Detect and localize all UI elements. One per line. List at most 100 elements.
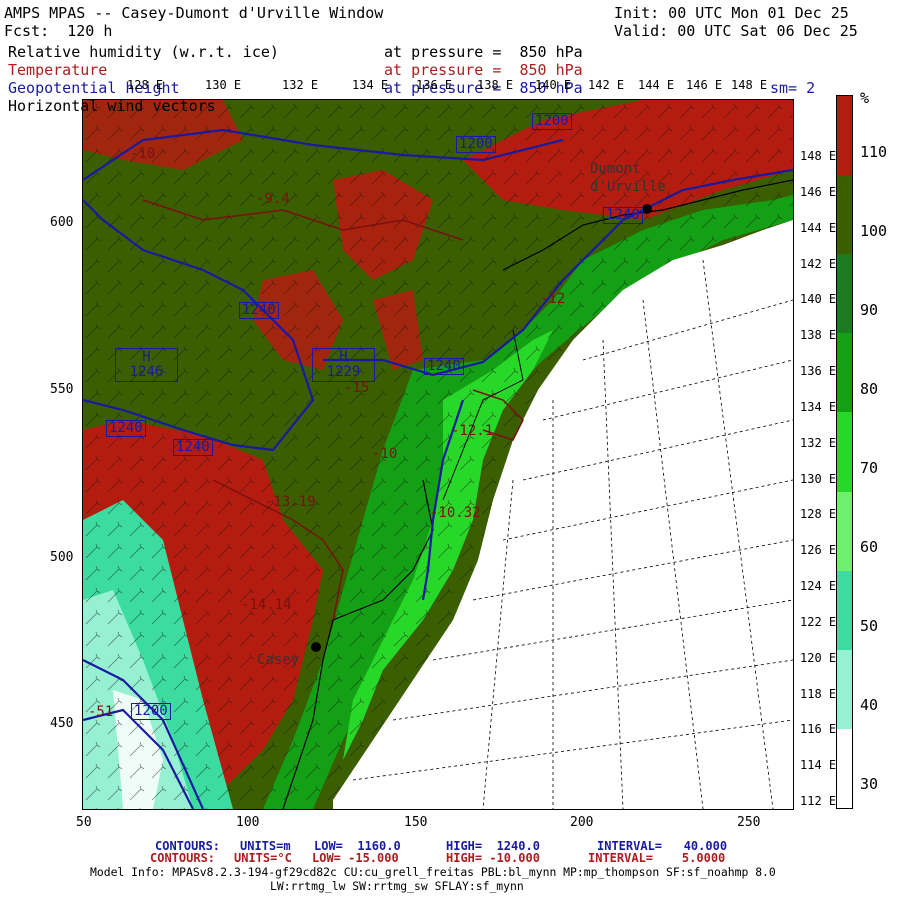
field-temp-name: Temperature [8,61,108,79]
temperature-label: -12 [540,291,566,307]
height-label: 1240 [603,207,643,224]
right-lon-label: 116 E [800,722,837,737]
field-temp-level: at pressure = 850 hPa [384,61,583,79]
right-lon-label: 118 E [800,686,837,701]
colorbar-label: 30 [860,775,879,794]
high-pressure-marker: H 1246 [115,348,178,382]
lon-label: 130 E [205,78,242,92]
colorbar-segment [837,491,852,572]
colorbar-label: 80 [860,379,879,398]
y-tick: 600 [50,215,74,230]
colorbar-label: 40 [860,696,879,715]
right-lon-label: 146 E [800,184,837,199]
lon-label: 136 E [416,78,453,92]
high-pressure-value: 1246 [129,364,164,380]
right-lon-label: 142 E [800,256,837,271]
field-rh-name: Relative humidity (w.r.t. ice) [8,43,279,61]
colorbar-segment [837,254,852,334]
x-tick: 50 [76,815,92,830]
right-lon-label: 134 E [800,399,837,414]
place-casey: Casey [257,652,300,668]
temperature-label: -15 [344,380,370,396]
x-tick: 250 [737,815,761,830]
right-lon-label: 140 E [800,292,837,307]
colorbar-segment [837,333,852,413]
height-label: 1200 [456,136,496,153]
temperature-label: -10.32 [430,505,481,521]
lon-label: 146 E [686,78,723,92]
lon-label: 140 E [535,78,572,92]
y-tick: 450 [50,716,74,731]
forecast-hour: Fcst: 120 h [4,22,113,40]
high-pressure-symbol: H [339,349,348,365]
contours2-label: CONTOURS: [150,851,216,865]
colorbar-segment [837,570,852,651]
field-rh-level: at pressure = 850 hPa [384,43,583,61]
height-label: 1240 [173,439,213,456]
lon-label: 148 E [731,78,768,92]
smoothing-label: sm= 2 [770,79,816,97]
colorbar-label: 70 [860,459,879,477]
y-tick: 550 [50,382,74,397]
right-lon-label: 128 E [800,507,837,522]
colorbar-segment [837,649,852,730]
colorbar-unit: % [860,89,870,107]
temperature-label: -10 [130,146,156,162]
temperature-label: -13.19 [265,494,316,510]
right-lon-label: 144 E [800,220,837,235]
contours2-interval: INTERVAL= 5.0000 [588,851,726,865]
right-lon-label: 114 E [800,758,837,773]
temperature-label: -12.1 [451,423,494,439]
high-pressure-value: 1229 [326,364,361,380]
height-label: 1240 [106,420,146,437]
right-lon-label: 136 E [800,364,837,378]
station-dumont-durville [642,204,652,214]
x-tick: 100 [236,815,260,830]
x-tick: 150 [404,815,428,830]
temperature-label: -10 [372,446,398,462]
contours2-units: UNITS=°C [234,851,292,865]
station-casey [311,642,321,652]
right-lon-label: 126 E [800,543,837,558]
right-lon-label: 122 E [800,614,837,629]
colorbar-segment [837,728,852,809]
right-lon-label: 130 E [800,471,837,486]
colorbar-segment [837,175,852,255]
lon-label: 134 E [352,78,389,92]
temperature-label: -14.14 [241,597,292,613]
plot-title: AMPS MPAS -- Casey-Dumont d'Urville Wind… [4,4,384,22]
colorbar-label: 60 [860,538,879,557]
contours2-low: LOW= -15.000 [312,851,399,865]
x-tick: 200 [570,815,594,830]
colorbar-label: 100 [860,221,888,240]
right-lon-label: 138 E [800,328,837,343]
lon-label: 128 E [127,78,164,92]
right-lon-label: 148 E [800,149,837,163]
right-lon-label: 120 E [800,650,837,665]
field-wind-name: Horizontal wind vectors [8,97,216,115]
high-pressure-marker: H 1229 [312,348,375,382]
model-info: Model Info: MPASv8.2.3-194-gf29cd82c CU:… [90,865,776,879]
lon-label: 138 E [477,78,514,92]
temperature-label: -9.4 [256,191,290,207]
high-pressure-symbol: H [142,349,151,365]
colorbar-label: 50 [860,617,879,636]
colorbar-segment [837,96,852,176]
height-label: 1200 [131,703,171,720]
contours2-high: HIGH= -10.000 [446,851,540,865]
colorbar-label: 90 [860,300,879,319]
lon-label: 144 E [638,78,675,92]
colorbar-label: 110 [860,142,888,161]
colorbar [836,95,853,809]
model-info-physics: LW:rrtmg_lw SW:rrtmg_sw SFLAY:sf_mynn [270,879,524,893]
height-label: 1240 [424,358,464,375]
right-lon-label: 132 E [800,435,837,450]
colorbar-segment [837,412,852,493]
place-dumont-durville: Dumont d'Urville [590,161,666,195]
valid-time: Valid: 00 UTC Sat 06 Dec 25 [614,22,858,40]
height-label: 1240 [239,302,279,319]
temperature-label: -51 [88,704,114,720]
y-tick: 500 [50,550,74,565]
init-time: Init: 00 UTC Mon 01 Dec 25 [614,4,849,22]
lon-label: 132 E [282,78,319,92]
